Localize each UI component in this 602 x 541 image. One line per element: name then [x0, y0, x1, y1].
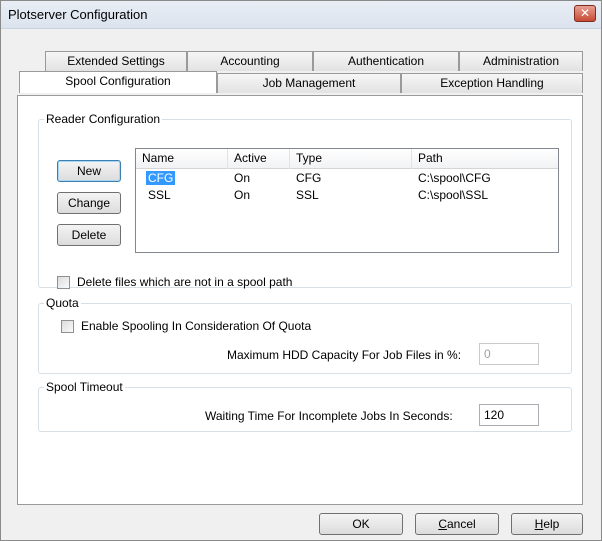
tab-label: Extended Settings [67, 54, 165, 68]
reader-list-header: Name Active Type Path [136, 149, 558, 169]
column-header-path[interactable]: Path [412, 149, 558, 169]
cell-active: On [234, 171, 251, 185]
tab-label: Authentication [347, 54, 425, 68]
quota-legend: Quota [46, 296, 79, 310]
cancel-label: ancel [446, 517, 476, 531]
tab-label: Accounting [220, 54, 280, 68]
cell-path: C:\spool\SSL [418, 188, 489, 202]
reader-list[interactable]: Name Active Type Path CFG On CFG C:\spoo… [135, 148, 559, 253]
title-bar[interactable]: Plotserver Configuration ✕ [1, 1, 601, 29]
column-header-active[interactable]: Active [228, 149, 290, 169]
max-capacity-input[interactable]: 0 [479, 343, 539, 365]
reader-configuration-legend: Reader Configuration [46, 112, 161, 126]
tab-accounting[interactable]: Accounting [187, 51, 313, 71]
quota-group: Quota Enable Spooling In Consideration O… [38, 296, 572, 374]
cell-type: SSL [296, 188, 319, 202]
help-label: elp [543, 517, 560, 531]
help-button[interactable]: Help [511, 513, 583, 535]
enable-quota-label: Enable Spooling In Consideration Of Quot… [81, 319, 312, 333]
window-title: Plotserver Configuration [8, 7, 148, 22]
tab-label: Exception Handling [440, 76, 544, 90]
max-capacity-label: Maximum HDD Capacity For Job Files in %: [227, 348, 462, 362]
cell-name: CFG [136, 170, 176, 186]
waiting-time-label: Waiting Time For Incomplete Jobs In Seco… [205, 409, 453, 423]
tab-job-management[interactable]: Job Management [217, 73, 401, 93]
waiting-time-input[interactable]: 120 [479, 404, 539, 426]
tab-label: Spool Configuration [65, 74, 171, 88]
spool-timeout-legend: Spool Timeout [46, 380, 123, 394]
cancel-button[interactable]: Cancel [415, 513, 499, 535]
change-button[interactable]: Change [57, 192, 121, 214]
cancel-mnemonic: C [438, 517, 447, 531]
selected-name: CFG [146, 171, 176, 185]
cell-path: C:\spool\CFG [418, 171, 491, 185]
ok-button[interactable]: OK [319, 513, 403, 535]
row-name: SSL [148, 188, 171, 202]
enable-quota-checkbox[interactable] [61, 320, 74, 333]
delete-files-checkbox[interactable] [57, 276, 70, 289]
table-row[interactable]: SSL On SSL C:\spool\SSL [136, 187, 558, 203]
delete-button[interactable]: Delete [57, 224, 121, 246]
tab-label: Job Management [262, 76, 356, 90]
new-button[interactable]: New [57, 160, 121, 182]
close-icon: ✕ [579, 6, 591, 20]
spool-configuration-panel: Reader Configuration New Change Delete N… [17, 95, 583, 505]
close-button[interactable]: ✕ [574, 5, 596, 22]
table-row[interactable]: CFG On CFG C:\spool\CFG [136, 170, 558, 186]
reader-configuration-group: Reader Configuration New Change Delete N… [38, 112, 572, 289]
tab-spool-configuration[interactable]: Spool Configuration [19, 71, 217, 93]
tab-exception-handling[interactable]: Exception Handling [401, 73, 583, 93]
tab-label: Administration [482, 54, 560, 68]
cell-active: On [234, 188, 251, 202]
configuration-window: Plotserver Configuration ✕ Extended Sett… [0, 0, 602, 541]
spool-timeout-group: Spool Timeout Waiting Time For Incomplet… [38, 380, 572, 432]
cell-name: SSL [136, 187, 171, 203]
column-header-name[interactable]: Name [136, 149, 228, 169]
delete-files-label: Delete files which are not in a spool pa… [77, 275, 293, 289]
tab-extended-settings[interactable]: Extended Settings [45, 51, 187, 71]
cell-type: CFG [296, 171, 322, 185]
column-header-type[interactable]: Type [290, 149, 412, 169]
tab-authentication[interactable]: Authentication [313, 51, 459, 71]
tab-administration[interactable]: Administration [459, 51, 583, 71]
